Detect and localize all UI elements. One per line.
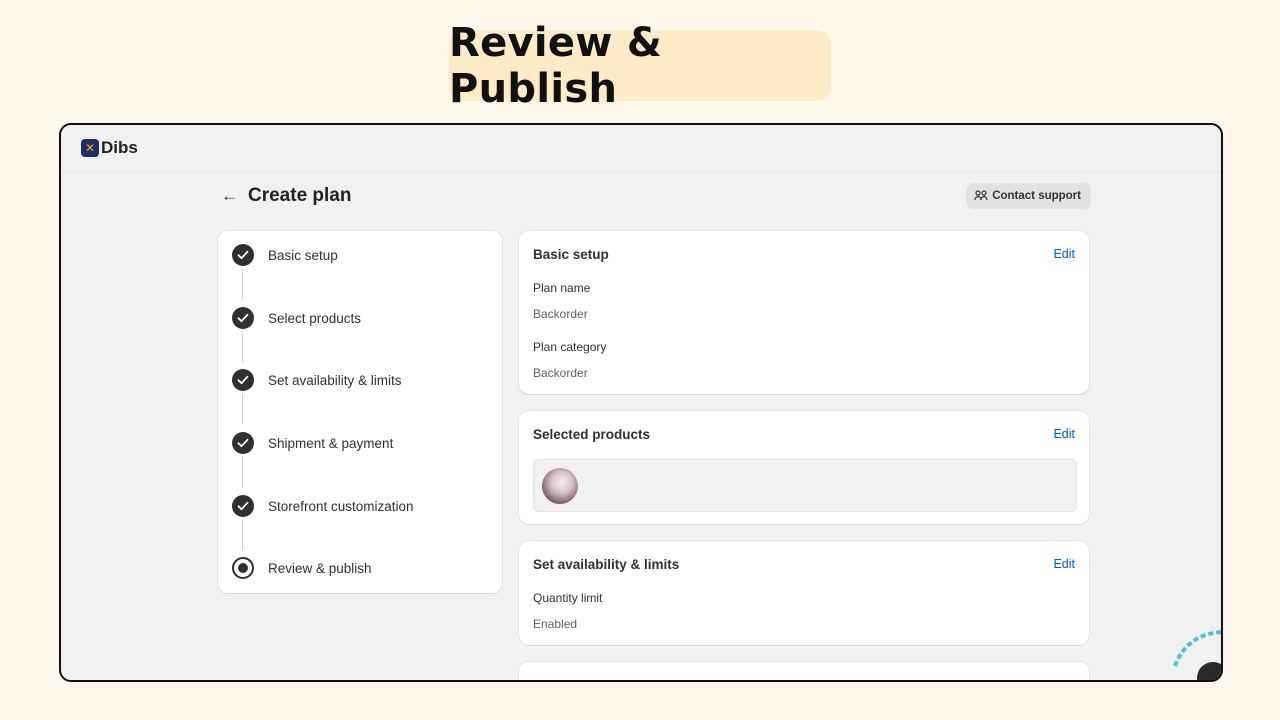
step-label: Basic setup — [268, 247, 338, 263]
quantity-limit-label: Quantity limit — [533, 591, 603, 605]
step-connector — [242, 520, 243, 550]
card-title: Selected products — [533, 427, 651, 442]
plan-name-label: Plan name — [533, 281, 591, 295]
page-header: ← Create plan Contact support — [219, 179, 1091, 213]
step-basic-setup[interactable]: Basic setup — [232, 243, 338, 267]
step-label: Set availability & limits — [268, 372, 402, 388]
chat-support-icon[interactable] — [1167, 626, 1223, 682]
edit-basic-setup-link[interactable]: Edit — [1053, 247, 1075, 261]
edit-selected-products-link[interactable]: Edit — [1053, 427, 1075, 441]
current-step-icon — [232, 557, 254, 579]
hero-title: Review & Publish — [449, 20, 831, 112]
step-shipment-payment[interactable]: Shipment & payment — [232, 431, 393, 455]
step-storefront-customization[interactable]: Storefront customization — [232, 494, 414, 518]
check-icon — [232, 369, 254, 391]
plan-category-label: Plan category — [533, 340, 607, 354]
people-icon — [974, 190, 988, 201]
step-label: Select products — [268, 310, 362, 326]
step-connector — [242, 332, 243, 362]
check-icon — [232, 244, 254, 266]
product-thumbnail[interactable] — [542, 468, 578, 504]
availability-limits-card: Set availability & limits Edit Quantity … — [519, 541, 1089, 645]
quantity-limit-value: Enabled — [533, 617, 578, 631]
next-summary-card — [519, 662, 1089, 680]
page-title: Create plan — [248, 185, 352, 206]
contact-support-button[interactable]: Contact support — [966, 183, 1091, 209]
step-connector — [242, 269, 243, 299]
plan-category-value: Backorder — [533, 366, 588, 380]
step-label: Storefront customization — [268, 498, 414, 514]
check-icon — [232, 495, 254, 517]
step-availability-limits[interactable]: Set availability & limits — [232, 368, 402, 392]
step-connector — [242, 394, 243, 424]
card-title: Basic setup — [533, 247, 609, 262]
selected-products-card: Selected products Edit — [519, 411, 1089, 524]
steps-card: Basic setup Select products Set availabi… — [218, 231, 502, 593]
step-select-products[interactable]: Select products — [232, 306, 361, 330]
step-label: Review & publish — [268, 560, 372, 576]
step-label: Shipment & payment — [268, 435, 394, 451]
step-review-publish[interactable]: Review & publish — [232, 556, 372, 580]
basic-setup-card: Basic setup Edit Plan name Backorder Pla… — [519, 231, 1089, 394]
app-topbar: ✕ Dibs — [61, 125, 1221, 172]
product-thumbnails — [533, 459, 1077, 512]
check-icon — [232, 432, 254, 454]
card-title: Set availability & limits — [533, 557, 680, 572]
dibs-logo-icon: ✕ — [81, 139, 99, 157]
step-connector — [242, 457, 243, 487]
plan-name-value: Backorder — [533, 307, 588, 321]
contact-support-label: Contact support — [992, 190, 1081, 202]
back-arrow-icon[interactable]: ← — [221, 186, 238, 206]
check-icon — [232, 307, 254, 329]
app-logo-text: Dibs — [101, 138, 138, 157]
edit-availability-link[interactable]: Edit — [1053, 557, 1075, 571]
app-window: ✕ Dibs ← Create plan Contact support Bas… — [59, 123, 1223, 682]
